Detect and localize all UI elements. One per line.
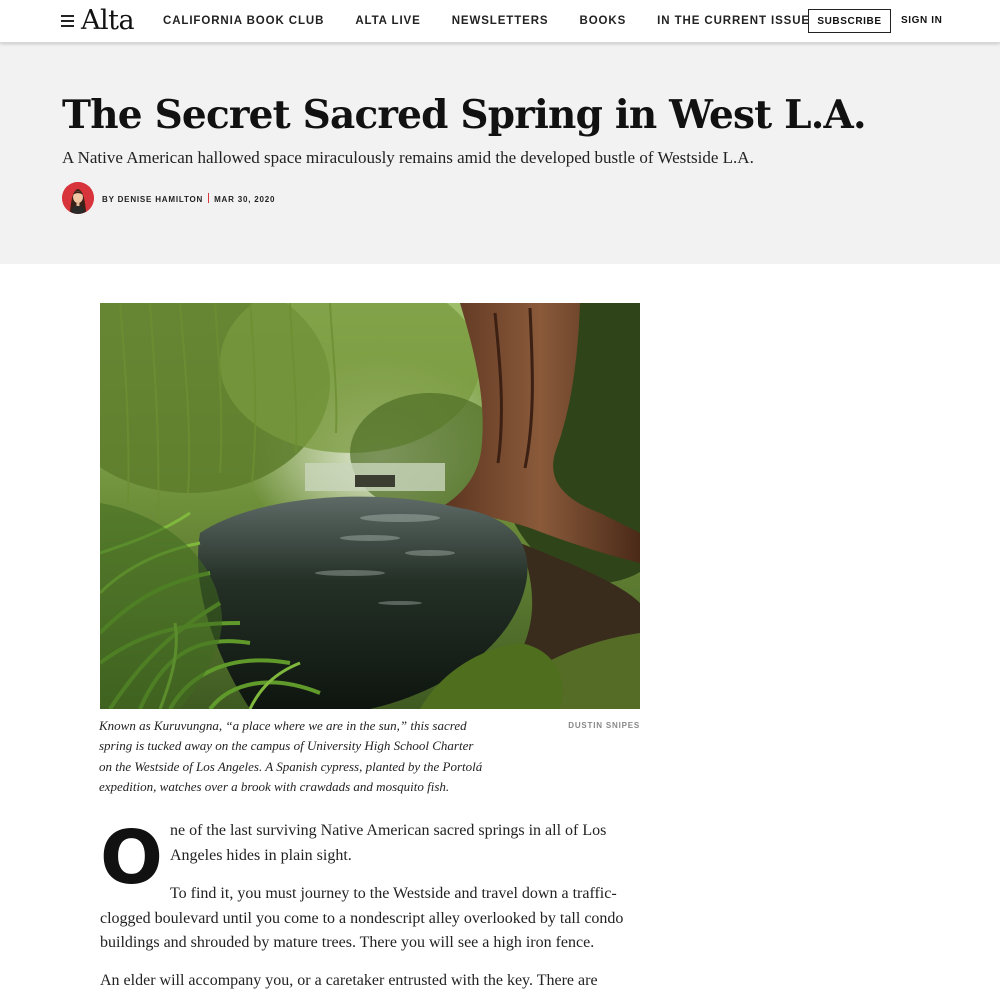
author-name[interactable]: DENISE HAMILTON	[118, 195, 203, 204]
article-header: The Secret Sacred Spring in West L.A. A …	[0, 43, 1000, 264]
top-navigation-bar: Alta CALIFORNIA BOOK CLUB ALTA LIVE NEWS…	[0, 0, 1000, 43]
article-paragraph: An elder will accompany you, or a careta…	[100, 972, 598, 989]
lead-image	[100, 303, 640, 709]
byline: BY DENISE HAMILTON MAR 30, 2020	[62, 182, 275, 214]
photo-credit: DUSTIN SNIPES	[568, 721, 640, 730]
hamburger-menu-icon[interactable]	[61, 15, 74, 27]
site-logo[interactable]: Alta	[81, 4, 135, 38]
article-paragraph: To find it, you must journey to the West…	[100, 885, 624, 951]
nav-item-california-book-club[interactable]: CALIFORNIA BOOK CLUB	[163, 14, 324, 29]
byline-prefix: BY	[102, 194, 115, 204]
primary-nav: CALIFORNIA BOOK CLUB ALTA LIVE NEWSLETTE…	[163, 14, 810, 29]
author-avatar[interactable]	[62, 182, 94, 214]
sign-in-link[interactable]: SIGN IN	[901, 15, 942, 27]
article-dek: A Native American hallowed space miracul…	[62, 148, 754, 167]
article-paragraph: ne of the last surviving Native American…	[170, 822, 607, 864]
byline-divider	[208, 192, 210, 203]
nav-item-newsletters[interactable]: NEWSLETTERS	[452, 14, 549, 29]
publish-date: MAR 30, 2020	[214, 194, 276, 204]
nav-item-alta-live[interactable]: ALTA LIVE	[355, 14, 420, 29]
nav-item-current-issue[interactable]: IN THE CURRENT ISSUE	[657, 14, 810, 29]
nav-item-books[interactable]: BOOKS	[580, 14, 627, 29]
subscribe-button[interactable]: SUBSCRIBE	[808, 9, 891, 33]
author-portrait-icon	[62, 182, 94, 214]
byline-text: BY DENISE HAMILTON MAR 30, 2020	[102, 192, 276, 204]
article-title: The Secret Sacred Spring in West L.A.	[62, 92, 867, 138]
sacred-spring-photo	[100, 303, 640, 709]
image-caption: Known as Kuruvungna, “a place where we a…	[99, 718, 483, 794]
